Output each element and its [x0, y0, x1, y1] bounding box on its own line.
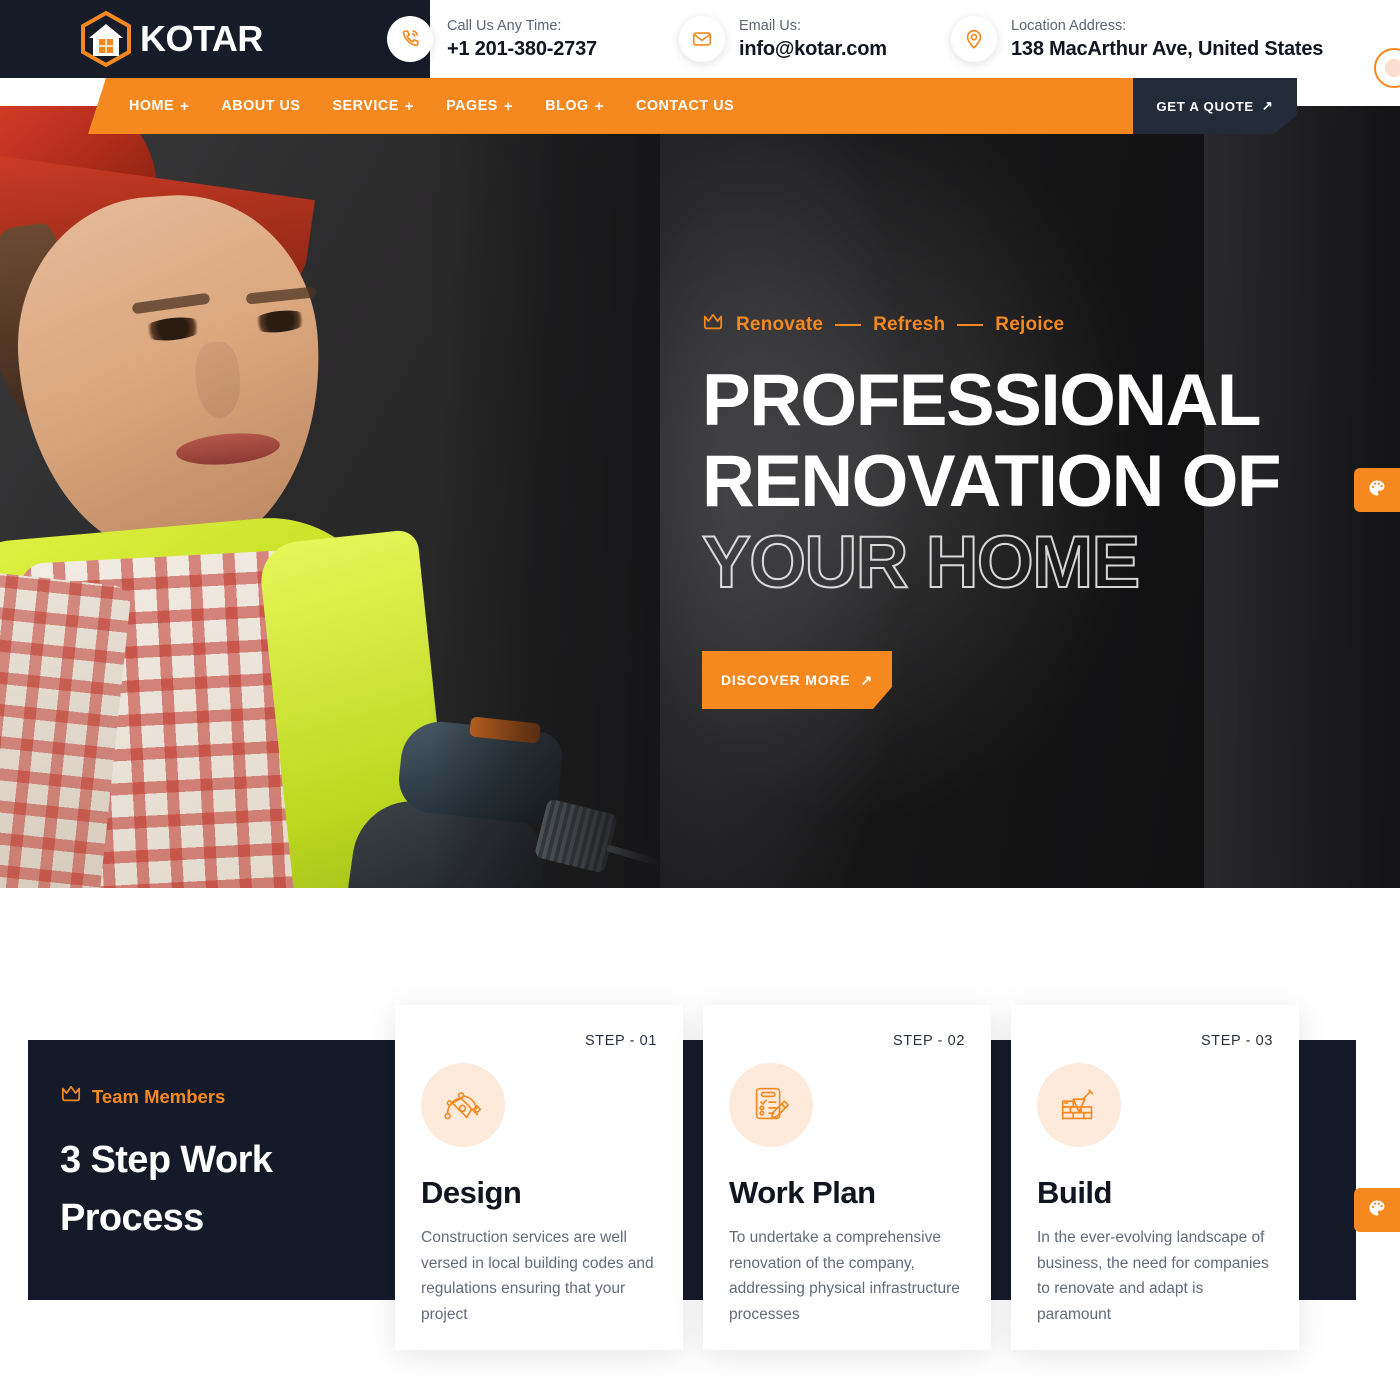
nav-item-pages-label: PAGES	[446, 98, 498, 114]
pen-tool-icon	[421, 1063, 505, 1147]
phone-icon	[387, 16, 433, 62]
hero-title-line-2: RENOVATION OF	[702, 441, 1282, 522]
card-description: To undertake a comprehensive renovation …	[729, 1229, 960, 1323]
checklist-pencil-icon	[729, 1063, 813, 1147]
card-step-label: STEP - 01	[584, 1033, 657, 1049]
brand-name: KOTAR	[140, 18, 263, 59]
nav-item-contact-us-label: CONTACT US	[636, 98, 735, 114]
card-title: Build	[1037, 1175, 1113, 1210]
top-bar: KOTAR Call Us Any Time: +1 201-380-2737	[0, 0, 1400, 78]
plus-icon: +	[180, 97, 190, 115]
hero-worker-photo	[0, 106, 660, 888]
hero-title-line-3-outline: YOUR HOME	[701, 521, 1141, 604]
card-description: Construction services are well versed in…	[421, 1229, 654, 1323]
work-process-section: Team Members 3 Step Work Process STEP - …	[0, 888, 1400, 1380]
card-title: Design	[421, 1175, 522, 1210]
card-description: In the ever-evolving landscape of busine…	[1037, 1229, 1269, 1323]
contact-email[interactable]: Email Us: info@kotar.com	[679, 16, 887, 62]
page-root: KOTAR Call Us Any Time: +1 201-380-2737	[0, 0, 1400, 1380]
contact-email-value: info@kotar.com	[739, 38, 887, 61]
contact-location-value: 138 MacArthur Ave, United States	[1011, 38, 1324, 61]
nav-item-pages[interactable]: PAGES +	[430, 98, 529, 114]
card-step-label: STEP - 02	[892, 1033, 965, 1049]
contact-phone-label: Call Us Any Time:	[447, 17, 562, 34]
process-card-design[interactable]: STEP - 01 Design Construction services a…	[395, 1005, 683, 1350]
card-title: Work Plan	[729, 1175, 876, 1210]
discover-more-label: DISCOVER MORE	[721, 672, 851, 688]
process-cards: STEP - 01 Design Construction services a…	[0, 1005, 1400, 1350]
contact-phone[interactable]: Call Us Any Time: +1 201-380-2737	[387, 16, 597, 62]
nav-item-home-label: HOME	[129, 98, 175, 114]
get-a-quote-label: GET A QUOTE	[1156, 98, 1254, 114]
nav-item-service-label: SERVICE	[332, 98, 399, 114]
nav-item-about-us[interactable]: ABOUT US	[205, 98, 316, 114]
color-switcher-tab-top[interactable]	[1354, 468, 1400, 512]
tagline-divider	[835, 323, 862, 326]
nav-item-service[interactable]: SERVICE +	[316, 98, 430, 114]
tagline-divider	[957, 323, 984, 326]
nav-links: HOME + ABOUT US SERVICE + PAGES + BLOG +…	[113, 78, 750, 134]
plus-icon: +	[404, 97, 415, 115]
arrow-up-right-icon: ↗	[1261, 98, 1274, 113]
brand-logo[interactable]: KOTAR	[78, 10, 263, 68]
card-step-label: STEP - 03	[1200, 1033, 1273, 1049]
process-card-work-plan[interactable]: STEP - 02 Work Plan To undertake a compr	[703, 1005, 991, 1350]
discover-more-button[interactable]: DISCOVER MORE ↗	[702, 651, 892, 709]
nav-item-blog[interactable]: BLOG +	[529, 98, 620, 114]
hero-title: PROFESSIONAL RENOVATION OF YOUR HOME	[701, 360, 1342, 604]
tagline-word-3: Rejoice	[995, 313, 1065, 335]
nav-item-contact-us[interactable]: CONTACT US	[620, 98, 750, 114]
house-hexagon-logo-icon	[78, 10, 134, 68]
corner-bubble-widget[interactable]	[1374, 48, 1400, 88]
envelope-icon	[679, 16, 725, 62]
hero-tagline: Renovate Refresh Rejoice	[702, 312, 1064, 337]
tagline-word-2: Refresh	[873, 313, 946, 335]
hero-section: Renovate Refresh Rejoice PROFESSIONAL RE…	[0, 106, 1400, 888]
trowel-brick-icon	[1037, 1063, 1121, 1147]
hero-content: Renovate Refresh Rejoice PROFESSIONAL RE…	[701, 106, 1362, 888]
palette-icon	[1367, 478, 1387, 503]
palette-icon	[1367, 1198, 1387, 1223]
nav-item-blog-label: BLOG	[545, 98, 589, 114]
color-switcher-tab-bottom[interactable]	[1354, 1188, 1400, 1232]
main-navigation: HOME + ABOUT US SERVICE + PAGES + BLOG +…	[88, 78, 1312, 134]
contact-phone-value: +1 201-380-2737	[447, 38, 597, 61]
map-pin-icon	[951, 16, 997, 62]
get-a-quote-button[interactable]: GET A QUOTE ↗	[1133, 78, 1297, 134]
circle-dot-icon	[1385, 59, 1400, 77]
plus-icon: +	[594, 97, 605, 115]
hero-title-line-1: PROFESSIONAL	[702, 360, 1261, 441]
arrow-up-right-icon: ↗	[860, 671, 873, 688]
plus-icon: +	[503, 97, 514, 115]
contact-email-label: Email Us:	[739, 17, 802, 34]
tagline-word-1: Renovate	[736, 313, 824, 335]
contact-location-label: Location Address:	[1011, 17, 1127, 34]
nav-item-home[interactable]: HOME +	[113, 98, 205, 114]
process-card-build[interactable]: STEP - 03 Build In the ever-evolving lan…	[1011, 1005, 1299, 1350]
contact-location[interactable]: Location Address: 138 MacArthur Ave, Uni…	[951, 16, 1323, 62]
nav-item-about-us-label: ABOUT US	[221, 98, 301, 114]
crown-icon	[702, 312, 724, 337]
